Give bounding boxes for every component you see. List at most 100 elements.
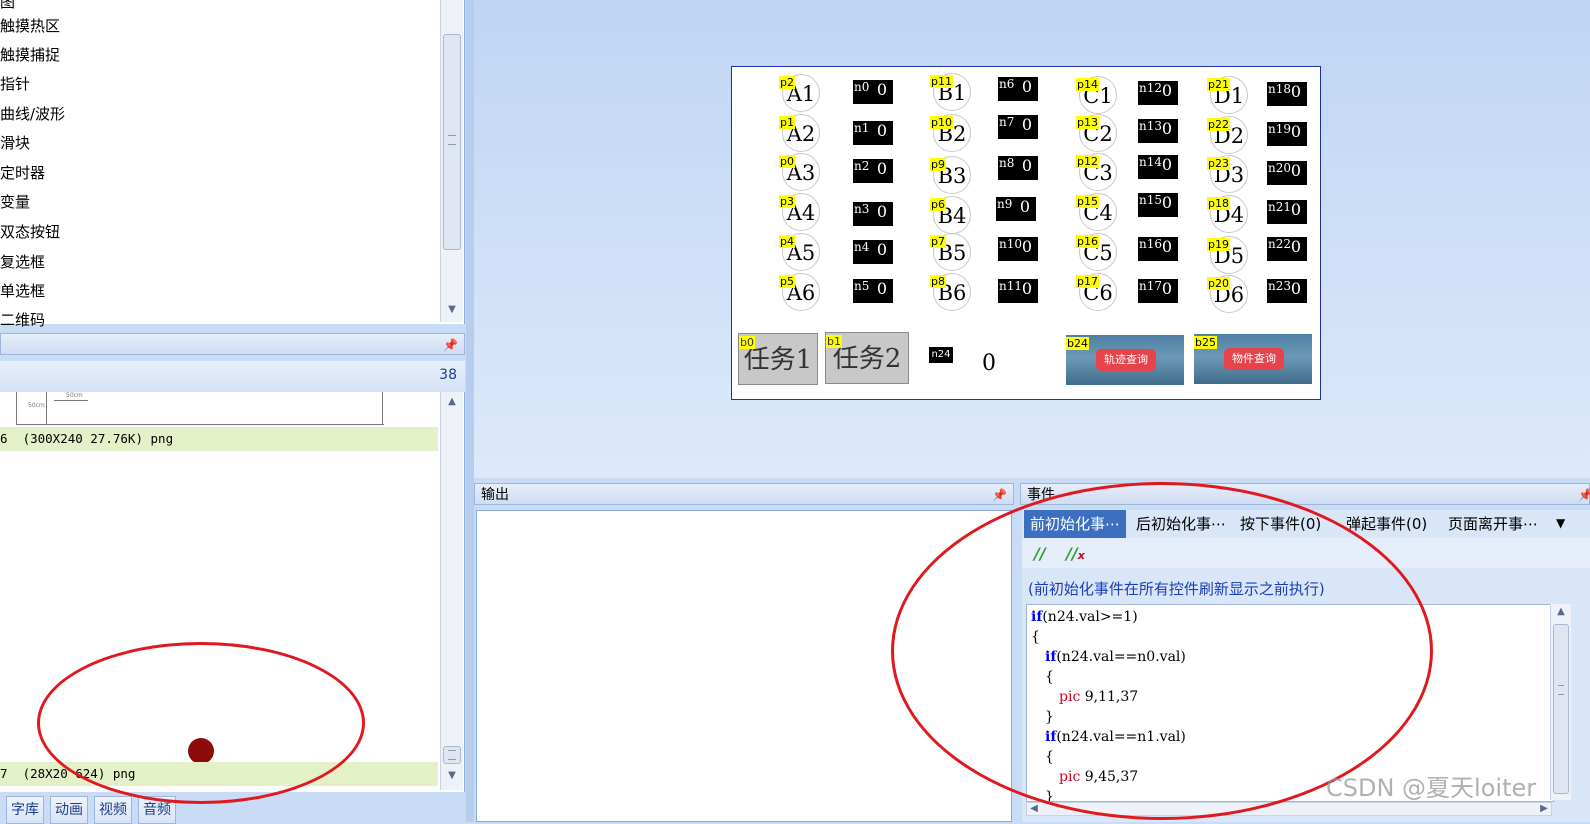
scroll-thumb[interactable] [1553, 624, 1569, 794]
pin-icon[interactable]: 📌 [1578, 484, 1590, 506]
crop-circle-a3[interactable]: A3 p0 [779, 153, 820, 191]
number-box-n18[interactable]: n18 0 [1267, 82, 1307, 106]
control-item[interactable]: 单选框 [0, 277, 45, 305]
scroll-thumb[interactable] [443, 746, 461, 764]
tab-release-event[interactable]: 弹起事件(0) [1340, 510, 1433, 538]
number-box-n3[interactable]: n3 0 [853, 202, 893, 226]
number-box-n22[interactable]: n22 0 [1267, 237, 1307, 261]
pin-icon[interactable]: 📌 [443, 334, 458, 356]
crop-circle-b5[interactable]: B5 p7 [930, 233, 971, 271]
number-box-n15[interactable]: n15 0 [1138, 193, 1178, 217]
object-tag: p15 [1076, 195, 1099, 208]
uncomment-icon[interactable]: //x [1066, 544, 1085, 563]
crop-circle-d4[interactable]: D4 p18 [1207, 195, 1248, 233]
number-box-n11[interactable]: n11 0 [998, 279, 1038, 303]
control-item[interactable]: 曲线/波形 [0, 100, 65, 128]
crop-circle-a5[interactable]: A5 p4 [779, 233, 820, 271]
code-horizontal-scrollbar[interactable]: ◀ ▶ [1026, 802, 1552, 816]
crop-circle-a1[interactable]: A1 p2 [779, 74, 820, 112]
control-item[interactable]: 触摸热区 [0, 12, 60, 40]
task1-button[interactable]: 任务1 b0 [738, 333, 818, 385]
crop-circle-b2[interactable]: B2 p10 [930, 114, 971, 152]
crop-circle-a6[interactable]: A6 p5 [779, 273, 820, 311]
object-tag: p18 [1207, 197, 1230, 210]
comment-icon[interactable]: // [1034, 544, 1046, 563]
tab-dropdown-icon[interactable]: ▼ [1556, 516, 1565, 530]
tab-animation[interactable]: 动画 [50, 796, 88, 824]
number-box-n8[interactable]: n8 0 [998, 156, 1038, 180]
scroll-down-icon[interactable]: ▼ [441, 304, 463, 315]
crop-circle-b4[interactable]: B4 p6 [930, 196, 971, 234]
control-item[interactable]: 指针 [0, 70, 30, 98]
number-box-n20[interactable]: n20 0 [1267, 161, 1307, 185]
tab-font-library[interactable]: 字库 [6, 796, 44, 824]
crop-circle-c6[interactable]: C6 p17 [1076, 273, 1117, 311]
image-thumbnail[interactable]: 50cm 50cm [16, 392, 384, 425]
number-box-n19[interactable]: n19 0 [1267, 122, 1307, 146]
tab-press-event[interactable]: 按下事件(0) [1234, 510, 1327, 538]
scroll-up-icon[interactable]: ▲ [441, 396, 463, 407]
output-panel[interactable] [476, 510, 1012, 822]
number-box-n6[interactable]: n6 0 [998, 77, 1038, 101]
control-item[interactable]: 定时器 [0, 159, 45, 187]
number-box-n5[interactable]: n5 0 [853, 279, 893, 303]
crop-circle-d1[interactable]: D1 p21 [1207, 76, 1248, 114]
number-box-n16[interactable]: n16 0 [1138, 237, 1178, 261]
number-box-n21[interactable]: n21 0 [1267, 200, 1307, 224]
tab-pre-init-event[interactable]: 前初始化事⋯ [1024, 510, 1127, 538]
scroll-up-icon[interactable]: ▲ [1551, 606, 1571, 617]
task2-button[interactable]: 任务2 b1 [825, 332, 909, 384]
item-query-button[interactable]: b25 物件查询 [1194, 334, 1312, 384]
code-scrollbar[interactable]: ▲ [1550, 604, 1571, 800]
control-item[interactable]: 滑块 [0, 129, 30, 157]
event-panel-header: 事件 📌 [1020, 483, 1590, 505]
track-query-button[interactable]: b24 轨迹查询 [1066, 335, 1184, 385]
control-list-scrollbar[interactable]: ▼ [440, 0, 463, 322]
number-box-n24[interactable]: n24 [929, 347, 953, 363]
number-box-n1[interactable]: n1 0 [853, 121, 893, 145]
control-item[interactable]: 二维码 [0, 306, 45, 334]
tab-video[interactable]: 视频 [94, 796, 132, 824]
splitter[interactable] [466, 0, 474, 822]
crop-circle-b3[interactable]: B3 p9 [930, 156, 971, 194]
crop-circle-d3[interactable]: D3 p23 [1207, 155, 1248, 193]
crop-circle-c4[interactable]: C4 p15 [1076, 193, 1117, 231]
crop-circle-a4[interactable]: A4 p3 [779, 193, 820, 231]
control-item[interactable]: 触摸捕捉 [0, 41, 60, 69]
crop-circle-d5[interactable]: D5 p19 [1207, 236, 1248, 274]
crop-circle-a2[interactable]: A2 p1 [779, 114, 820, 152]
crop-circle-c5[interactable]: C5 p16 [1076, 233, 1117, 271]
control-item[interactable]: 双态按钮 [0, 218, 60, 246]
image-row[interactable]: 6 (300X240 27.76K) png [0, 427, 438, 451]
tab-post-init-event[interactable]: 后初始化事⋯ [1130, 510, 1232, 538]
number-box-n9[interactable]: n9 0 [996, 197, 1036, 221]
crop-circle-b1[interactable]: B1 p11 [930, 73, 971, 111]
tab-audio[interactable]: 音频 [138, 796, 176, 824]
crop-circle-d2[interactable]: D2 p22 [1207, 116, 1248, 154]
control-item[interactable]: 变量 [0, 188, 30, 216]
crop-circle-d6[interactable]: D6 p20 [1207, 275, 1248, 313]
output-panel-header: 输出 📌 [474, 483, 1014, 505]
crop-circle-b6[interactable]: B6 p8 [930, 273, 971, 311]
crop-circle-c2[interactable]: C2 p13 [1076, 114, 1117, 152]
scroll-down-icon[interactable]: ▼ [441, 770, 463, 781]
number-box-n13[interactable]: n13 0 [1138, 119, 1178, 143]
number-box-n10[interactable]: n10 0 [998, 237, 1038, 261]
tab-page-leave-event[interactable]: 页面离开事⋯ [1442, 510, 1544, 538]
scroll-thumb[interactable] [443, 34, 461, 250]
crop-circle-c1[interactable]: C1 p14 [1076, 76, 1117, 114]
pin-icon[interactable]: 📌 [992, 484, 1007, 506]
image-list-scrollbar[interactable]: ▲ ▼ [440, 392, 463, 790]
control-item[interactable]: 复选框 [0, 248, 45, 276]
number-box-n2[interactable]: n2 0 [853, 159, 893, 183]
crop-circle-c3[interactable]: C3 p12 [1076, 153, 1117, 191]
number-box-n14[interactable]: n14 0 [1138, 155, 1178, 179]
number-box-n23[interactable]: n23 0 [1267, 279, 1307, 303]
number-box-n17[interactable]: n17 0 [1138, 279, 1178, 303]
number-box-n12[interactable]: n12 0 [1138, 81, 1178, 105]
image-thumbnail-dot[interactable] [188, 738, 214, 764]
number-box-n4[interactable]: n4 0 [853, 240, 893, 264]
image-row[interactable]: 7 (28X20 624) png [0, 762, 438, 786]
number-box-n0[interactable]: n0 0 [853, 80, 893, 104]
number-box-n7[interactable]: n7 0 [998, 115, 1038, 139]
